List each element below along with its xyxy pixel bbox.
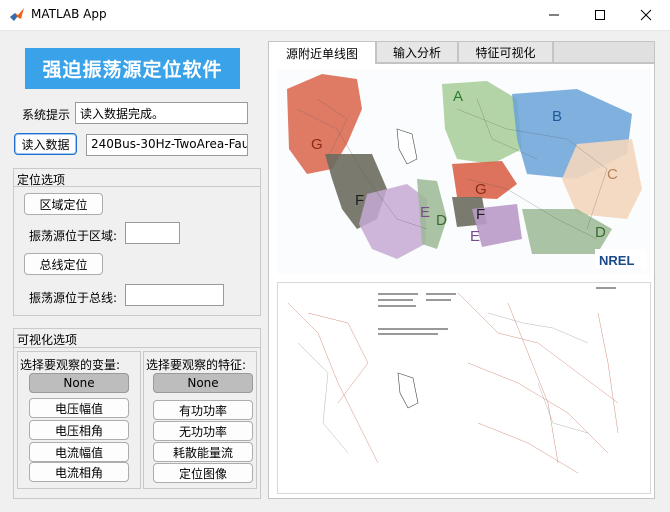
region-label-a: A [453, 88, 463, 105]
panel-divider [14, 186, 260, 187]
feature-header: 选择要观察的特征: [146, 358, 247, 372]
bus-locate-button[interactable]: 总线定位 [24, 253, 103, 275]
regional-single-line-diagram: G F E D A B C G F E D NREL [277, 69, 651, 274]
matlab-logo-icon [10, 8, 24, 21]
region-label-f-left: F [355, 192, 364, 209]
variable-option-voltage-magnitude[interactable]: 电压幅值 [29, 398, 129, 418]
region-label-g-left: G [311, 136, 323, 153]
window-title: MATLAB App [31, 7, 107, 21]
load-data-button[interactable]: 读入数据 [14, 133, 77, 155]
region-label-f-right: F [476, 206, 485, 223]
variable-option-none[interactable]: None [29, 373, 129, 393]
variable-option-voltage-angle[interactable]: 电压相角 [29, 420, 129, 440]
area-result-label: 振荡源位于区域: [29, 229, 118, 243]
minimize-icon [549, 14, 559, 16]
variable-option-current-magnitude[interactable]: 电流幅值 [29, 442, 129, 462]
maximize-icon [595, 10, 605, 20]
region-label-g-right: G [475, 181, 487, 198]
feature-option-none[interactable]: None [153, 373, 253, 393]
area-locate-button[interactable]: 区域定位 [24, 193, 103, 215]
tab-single-line-diagram[interactable]: 源附近单线图 [268, 41, 376, 64]
region-label-d-right: D [595, 224, 606, 241]
vis-panel-title: 可视化选项 [16, 331, 79, 348]
file-name-field[interactable]: 240Bus-30Hz-TwoArea-Fault [86, 134, 248, 156]
status-label: 系统提示 [22, 108, 71, 122]
variable-header: 选择要观察的变量: [20, 358, 121, 372]
feature-option-reactive-power[interactable]: 无功功率 [153, 421, 253, 441]
maximize-button[interactable] [577, 0, 623, 30]
feature-option-location-image[interactable]: 定位图像 [153, 463, 253, 483]
detailed-network-svg [287, 287, 619, 474]
bus-result-label: 振荡源位于总线: [29, 291, 118, 305]
variable-option-current-angle[interactable]: 电流相角 [29, 462, 129, 482]
tab-bar-filler [553, 41, 655, 63]
feature-option-active-power[interactable]: 有功功率 [153, 400, 253, 420]
area-result-field[interactable] [125, 222, 180, 244]
close-icon [640, 9, 652, 21]
minimize-button[interactable] [531, 0, 577, 30]
region-label-e-left: E [420, 204, 430, 221]
regional-map-svg: G F E D A B C G F E D NREL [277, 69, 651, 274]
nrel-logo: NREL [599, 253, 634, 268]
region-label-b: B [552, 108, 562, 125]
tab-input-analysis[interactable]: 输入分析 [376, 41, 458, 63]
region-label-c: C [607, 166, 618, 183]
region-label-e-right: E [470, 228, 480, 245]
detailed-single-line-diagram [277, 282, 651, 494]
feature-option-dissipating-energy-flow[interactable]: 耗散能量流 [153, 442, 253, 462]
bus-result-field[interactable] [125, 284, 224, 306]
app-title-button[interactable]: 强迫振荡源定位软件 [25, 48, 240, 89]
status-field: 读入数据完成。 [75, 102, 248, 124]
panel-divider [14, 347, 260, 348]
window-titlebar: MATLAB App [0, 0, 670, 30]
close-button[interactable] [623, 0, 669, 30]
region-label-d-left: D [436, 212, 447, 229]
tab-feature-visualization[interactable]: 特征可视化 [458, 41, 553, 63]
